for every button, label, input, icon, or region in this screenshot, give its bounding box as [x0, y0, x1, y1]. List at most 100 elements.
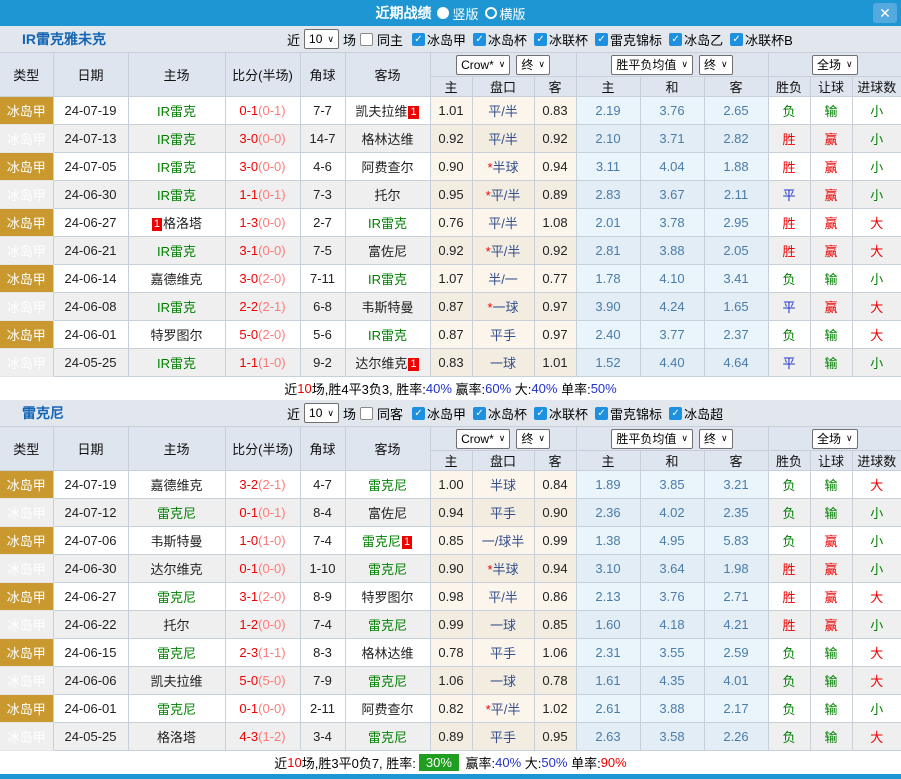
avg-odds-select[interactable]: 胜平负均值∨ — [611, 55, 693, 75]
col-handicap-away: 客 — [534, 451, 576, 471]
games-count-select[interactable]: 10∨ — [304, 29, 339, 49]
result-goals-cell: 大 — [852, 471, 901, 499]
league-checkbox-label[interactable]: 冰岛杯 — [488, 404, 527, 423]
league-checkbox[interactable]: ✓ — [412, 407, 425, 420]
result-handicap-cell: 赢 — [810, 583, 852, 611]
result-wdl-cell: 平 — [768, 293, 810, 321]
league-checkbox[interactable]: ✓ — [534, 33, 547, 46]
score-cell: 1-1(0-1) — [225, 181, 300, 209]
odds-draw-cell: 3.67 — [640, 181, 704, 209]
league-checkbox[interactable]: ✓ — [730, 33, 743, 46]
avg-odds-select[interactable]: 胜平负均值∨ — [611, 429, 693, 449]
scope-select[interactable]: 全场∨ — [812, 55, 858, 75]
final-odds-select[interactable]: 终∨ — [699, 429, 733, 449]
result-goals-cell: 小 — [852, 695, 901, 723]
horizontal-layout-radio[interactable] — [485, 7, 497, 19]
same-venue-label[interactable]: 同主 — [377, 30, 403, 49]
odds-away-cell: 2.59 — [704, 639, 768, 667]
league-checkbox-label[interactable]: 冰岛乙 — [684, 30, 723, 49]
league-checkbox[interactable]: ✓ — [669, 33, 682, 46]
odds-draw-cell: 4.18 — [640, 611, 704, 639]
check-icon: ✓ — [475, 408, 483, 419]
date-cell: 24-07-13 — [53, 125, 128, 153]
result-goals-cell: 大 — [852, 321, 901, 349]
result-goals-cell: 大 — [852, 667, 901, 695]
handicap-away-odds-cell: 0.83 — [534, 97, 576, 125]
summary-segment: 近 — [284, 379, 297, 398]
result-goals-cell: 小 — [852, 181, 901, 209]
odds-company-select[interactable]: Crow*∨ — [456, 55, 510, 75]
final-odds-select[interactable]: 终∨ — [699, 55, 733, 75]
summary-segment: 50% — [541, 755, 567, 770]
col-result-goals: 进球数 — [852, 451, 901, 471]
league-checkbox-label[interactable]: 雷克锦标 — [610, 404, 662, 423]
away-team-cell: 雷克尼 — [345, 723, 430, 751]
horizontal-layout-label[interactable]: 横版 — [500, 4, 526, 23]
odds-away-cell: 2.65 — [704, 97, 768, 125]
league-checkbox-label[interactable]: 冰联杯 — [549, 404, 588, 423]
section-header-home-team: IR雷克雅未克 近 10∨ 场 同主 ✓冰岛甲✓冰岛杯✓冰联杯✓雷克锦标✓冰岛乙… — [0, 26, 901, 52]
col-result-wdl: 胜负 — [768, 451, 810, 471]
summary-segment: 40% — [495, 755, 521, 770]
date-cell: 24-07-19 — [53, 471, 128, 499]
league-checkbox-label[interactable]: 冰岛杯 — [488, 30, 527, 49]
league-checkbox-label[interactable]: 冰联杯B — [745, 30, 793, 49]
odds-draw-cell: 3.88 — [640, 695, 704, 723]
odds-draw-cell: 4.10 — [640, 265, 704, 293]
league-checkbox-label[interactable]: 冰联杯 — [549, 30, 588, 49]
odds-home-cell: 2.61 — [576, 695, 640, 723]
same-venue-label[interactable]: 同客 — [377, 404, 403, 423]
odds-away-cell: 4.64 — [704, 349, 768, 377]
close-icon[interactable]: ✕ — [873, 3, 897, 23]
league-cell: 冰岛甲 — [0, 181, 53, 209]
odds-home-cell: 1.38 — [576, 527, 640, 555]
league-checkbox-label[interactable]: 冰岛超 — [684, 404, 723, 423]
score-cell: 5-0(2-0) — [225, 321, 300, 349]
league-checkbox[interactable]: ✓ — [473, 407, 486, 420]
final-odds-select[interactable]: 终∨ — [516, 429, 550, 449]
league-checkbox[interactable]: ✓ — [412, 33, 425, 46]
away-team-cell: 雷克尼 — [345, 471, 430, 499]
league-cell: 冰岛甲 — [0, 321, 53, 349]
handicap-away-odds-cell: 1.06 — [534, 639, 576, 667]
league-cell: 冰岛甲 — [0, 97, 53, 125]
vertical-layout-radio[interactable] — [437, 7, 449, 19]
vertical-layout-label[interactable]: 竖版 — [452, 4, 478, 23]
date-cell: 24-07-06 — [53, 527, 128, 555]
league-checkbox-label[interactable]: 冰岛甲 — [427, 30, 466, 49]
league-checkbox[interactable]: ✓ — [595, 407, 608, 420]
league-checkbox[interactable]: ✓ — [669, 407, 682, 420]
league-cell: 冰岛甲 — [0, 471, 53, 499]
same-venue-checkbox[interactable] — [360, 407, 373, 420]
odds-home-cell: 2.31 — [576, 639, 640, 667]
score-cell: 1-1(1-0) — [225, 349, 300, 377]
result-goals-cell: 大 — [852, 209, 901, 237]
handicap-home-odds-cell: 1.01 — [430, 97, 472, 125]
handicap-away-odds-cell: 0.77 — [534, 265, 576, 293]
handicap-away-odds-cell: 0.94 — [534, 153, 576, 181]
handicap-cell: 平手 — [472, 499, 534, 527]
odds-away-cell: 2.11 — [704, 181, 768, 209]
home-team-cell: 格洛塔 — [128, 723, 225, 751]
score-cell: 1-0(1-0) — [225, 527, 300, 555]
handicap-cell: 平/半 — [472, 583, 534, 611]
away-team-cell: 雷克尼 — [345, 667, 430, 695]
final-odds-select[interactable]: 终∨ — [516, 55, 550, 75]
result-goals-cell: 小 — [852, 349, 901, 377]
match-row: 冰岛甲24-06-22托尔1-2(0-0)7-4雷克尼0.99一球0.851.6… — [0, 611, 901, 639]
odds-away-cell: 3.21 — [704, 471, 768, 499]
check-icon: ✓ — [671, 34, 679, 45]
games-count-select[interactable]: 10∨ — [304, 403, 339, 423]
handicap-away-odds-cell: 0.84 — [534, 471, 576, 499]
match-row: 冰岛甲24-06-30达尔维克0-1(0-0)1-10雷克尼0.90*半球0.9… — [0, 555, 901, 583]
league-checkbox[interactable]: ✓ — [595, 33, 608, 46]
same-venue-checkbox[interactable] — [360, 33, 373, 46]
odds-company-select[interactable]: Crow*∨ — [456, 429, 510, 449]
league-checkbox[interactable]: ✓ — [473, 33, 486, 46]
league-checkbox-label[interactable]: 冰岛甲 — [427, 404, 466, 423]
league-checkbox-label[interactable]: 雷克锦标 — [610, 30, 662, 49]
scope-select[interactable]: 全场∨ — [812, 429, 858, 449]
league-cell: 冰岛甲 — [0, 611, 53, 639]
date-cell: 24-06-30 — [53, 181, 128, 209]
league-checkbox[interactable]: ✓ — [534, 407, 547, 420]
